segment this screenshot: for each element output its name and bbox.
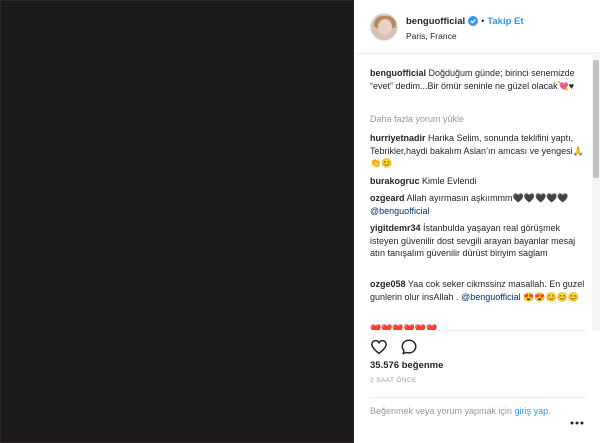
comment-item: yigitdemr34 İstanbulda yaşayan real görü… bbox=[370, 222, 588, 260]
post-panel: benguofficial • Takip Et Paris, France b… bbox=[356, 0, 600, 443]
comment-author[interactable]: burakogruc bbox=[370, 176, 420, 186]
load-more-comments-button[interactable]: Daha fazla yorum yükle bbox=[370, 114, 464, 124]
comment-item: ozge058 Yaa cok seker cikmssinz masallah… bbox=[370, 278, 588, 303]
post-timestamp[interactable]: 2 SAAT ÖNCE bbox=[370, 377, 417, 384]
follow-button[interactable]: Takip Et bbox=[487, 16, 523, 27]
comment-item: burakogruc Kimle Evlendi bbox=[370, 175, 588, 188]
user-row: benguofficial • Takip Et bbox=[406, 14, 524, 28]
comment-bubble-icon[interactable] bbox=[400, 338, 418, 356]
comment-item: hurriyetnadir Harika Selim, sonunda tekl… bbox=[370, 132, 588, 170]
avatar[interactable] bbox=[370, 13, 398, 41]
comment-author[interactable]: yigitdemr34 bbox=[370, 223, 421, 233]
more-dots-icon[interactable] bbox=[569, 418, 585, 428]
login-link[interactable]: giriş yap. bbox=[515, 406, 551, 416]
comment-text: Allah ayırmasın aşkıımmm🖤🖤🖤🖤🖤 bbox=[406, 193, 569, 203]
login-prompt-text: Beğenmek veya yorum yapmak için bbox=[370, 406, 513, 416]
separator-dot: • bbox=[481, 16, 485, 26]
avatar-face bbox=[378, 19, 392, 35]
caption: benguofficial Doğduğum günde; birinci se… bbox=[370, 67, 588, 92]
comment-emoji: 😍😍😊😊😊 bbox=[523, 291, 580, 302]
divider bbox=[370, 330, 586, 331]
location-link[interactable]: Paris, France bbox=[406, 31, 457, 41]
username-link[interactable]: benguofficial bbox=[406, 16, 465, 27]
likes-count[interactable]: 35.576 beğenme bbox=[370, 360, 443, 371]
comment-mention-link[interactable]: @benguofficial bbox=[370, 206, 430, 216]
comments-list: benguofficial Doğduğum günde; birinci se… bbox=[356, 55, 600, 331]
comment-item: ozgeard Allah ayırmasın aşkıımmm🖤🖤🖤🖤🖤 @b… bbox=[370, 192, 588, 217]
heart-icon[interactable] bbox=[370, 338, 388, 356]
verified-badge-icon bbox=[468, 16, 479, 26]
comment-text: Kimle Evlendi bbox=[422, 176, 477, 186]
caption-author[interactable]: benguofficial bbox=[370, 68, 426, 78]
post-header: benguofficial • Takip Et Paris, France bbox=[356, 0, 600, 54]
comment-mention-link[interactable]: @benguofficial bbox=[461, 292, 521, 302]
comment-author[interactable]: ozge058 bbox=[370, 279, 406, 289]
login-prompt: Beğenmek veya yorum yapmak için giriş ya… bbox=[370, 405, 570, 418]
comment-author[interactable]: hurriyetnadir bbox=[370, 133, 426, 143]
divider bbox=[370, 397, 586, 398]
comments-scrollbar-thumb[interactable] bbox=[593, 60, 599, 178]
comment-author[interactable]: ozgeard bbox=[370, 193, 405, 203]
post-photo[interactable] bbox=[0, 0, 354, 443]
